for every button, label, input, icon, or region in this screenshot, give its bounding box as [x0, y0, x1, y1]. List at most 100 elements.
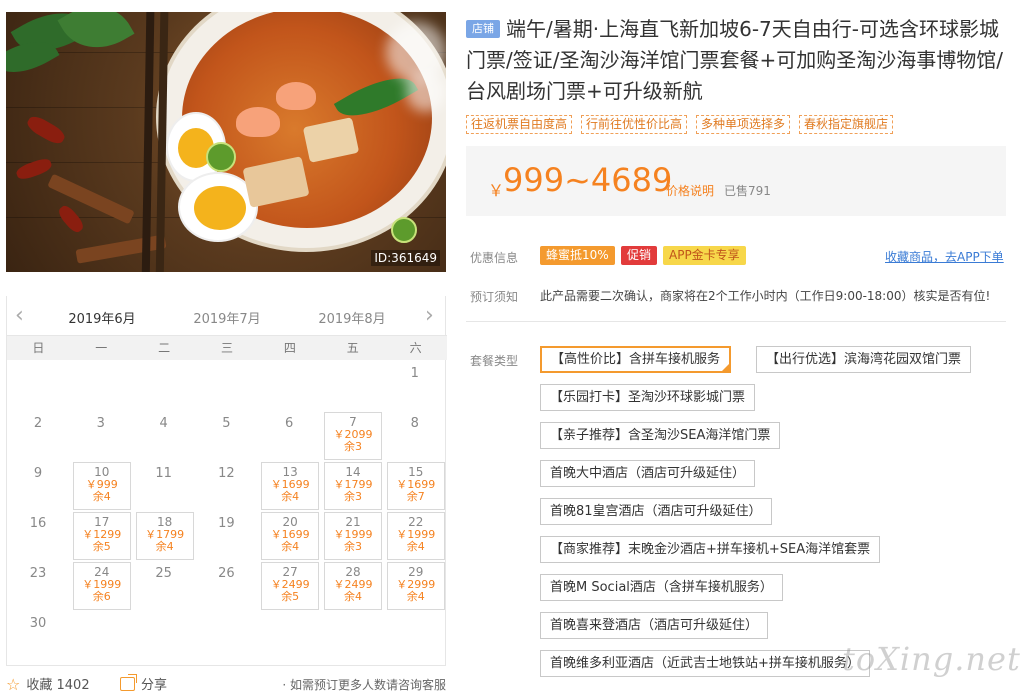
price-explanation-link[interactable]: 价格说明 [666, 182, 714, 199]
day-number: 29 [408, 565, 424, 579]
calendar-day-available[interactable]: 18 ￥1799 余4 [135, 512, 194, 560]
package-option[interactable]: 首晚81皇宫酒店（酒店可升级延住） [540, 498, 772, 525]
day-number: 13 [282, 465, 298, 479]
day-stock: 余4 [344, 590, 362, 603]
package-option[interactable]: 首晚维多利亚酒店（近武吉士地铁站+拼车接机服务） [540, 650, 870, 677]
calendar-day: 8 [384, 410, 446, 460]
day-number: 5 [222, 416, 231, 431]
day-number: 8 [410, 416, 419, 431]
day-stock: 余3 [344, 490, 362, 503]
day-stock: 余3 [344, 540, 362, 553]
chevron-left-icon[interactable]: ‹ [15, 305, 24, 327]
calendar-day-available[interactable]: 15 ￥1699 余7 [386, 462, 445, 510]
day-stock: 余4 [281, 490, 300, 503]
weekday-label: 四 [283, 341, 296, 355]
day-stock: 余5 [281, 590, 300, 603]
share-button[interactable]: 分享 [120, 674, 167, 693]
weekday-label: 二 [158, 341, 171, 355]
package-option[interactable]: 首晚喜来登酒店（酒店可升级延住） [540, 612, 769, 639]
divider [466, 321, 1006, 322]
calendar-day-available[interactable]: 17 ￥1299 余5 [72, 512, 131, 560]
month-tab-june[interactable]: 2019年6月 [57, 308, 147, 340]
calendar-day-available[interactable]: 28 ￥2499 余4 [324, 562, 382, 610]
day-stock: 余4 [155, 540, 174, 553]
day-number: 23 [29, 566, 47, 581]
package-type-label: 套餐类型 [470, 354, 519, 368]
day-number: 28 [345, 565, 361, 579]
promo-label: 优惠信息 [470, 251, 519, 265]
day-number: 30 [29, 616, 47, 631]
day-stock: 余4 [92, 490, 111, 503]
day-stock: 余7 [406, 490, 425, 503]
footer-actions: ☆ 收藏 1402 分享 · 如需预订更多人数请咨询客服 [6, 674, 446, 693]
package-option[interactable]: 【商家推荐】末晚金沙酒店+拼车接机+SEA海洋馆套票 [540, 536, 881, 563]
month-tab-july[interactable]: 2019年7月 [182, 308, 272, 327]
calendar-day: 3 [70, 410, 132, 460]
calendar-day-available[interactable]: 7 ￥2099 余3 [324, 412, 382, 460]
weekday-label: 日 [32, 341, 45, 355]
sold-count: 已售791 [724, 184, 771, 198]
day-number: 26 [218, 566, 235, 581]
package-option[interactable]: 首晚M Social酒店（含拼车接机服务） [540, 574, 783, 601]
price-box: ￥ 999~4689 价格说明 已售791 [466, 146, 1006, 216]
day-number: 6 [285, 416, 294, 431]
calendar-day: 4 [133, 410, 195, 460]
day-number: 2 [33, 416, 43, 431]
favorite-button[interactable]: ☆ 收藏 1402 [6, 674, 90, 693]
share-icon [120, 677, 135, 691]
day-number: 27 [282, 565, 298, 579]
day-number: 25 [155, 566, 172, 581]
calendar-day-available[interactable]: 29 ￥2999 余4 [386, 562, 445, 610]
calendar-day: 2 [7, 410, 69, 460]
store-badge[interactable]: 店铺 [466, 20, 500, 38]
promo-badge-app: APP金卡专享 [663, 246, 746, 265]
package-option-selected[interactable]: 【高性价比】含拼车接机服务 [540, 346, 732, 373]
weekday-label: 五 [346, 341, 359, 355]
calendar-day-available[interactable]: 22 ￥1999 余4 [386, 512, 445, 560]
calendar-day-available[interactable]: 14 ￥1799 余3 [324, 462, 382, 510]
booking-label: 预订须知 [470, 290, 519, 304]
image-id-tag: ID:361649 [371, 250, 440, 266]
customer-service-note: · 如需预订更多人数请咨询客服 [282, 678, 446, 692]
day-number: 15 [408, 465, 424, 479]
day-stock: 余4 [406, 590, 425, 603]
weekday-header: 日 一 二 三 四 五 六 [7, 336, 447, 360]
day-number: 12 [218, 466, 235, 481]
favorite-label: 收藏 [26, 678, 53, 693]
calendar-day: 16 [7, 510, 69, 560]
calendar-day: 1 [384, 360, 446, 410]
calendar-day-available[interactable]: 21 ￥1999 余3 [324, 512, 382, 560]
weekday-label: 三 [221, 341, 234, 355]
product-title: 店铺 端午/暑期·上海直飞新加坡6-7天自由行-可选含环球影城门票/签证/圣淘沙海… [466, 14, 1006, 107]
month-tab-august[interactable]: 2019年8月 [307, 308, 397, 327]
app-order-link[interactable]: 收藏商品，去APP下单 [885, 248, 1004, 265]
calendar-day: 30 [7, 610, 69, 660]
day-stock: 余3 [344, 440, 362, 453]
day-number: 3 [96, 416, 105, 431]
package-option[interactable]: 【亲子推荐】含圣淘沙SEA海洋馆门票 [540, 422, 781, 449]
calendar-day-available[interactable]: 13 ￥1699 余4 [261, 462, 320, 510]
favorite-count: 1402 [56, 678, 90, 693]
promo-badge-sale: 促销 [621, 246, 658, 265]
day-number: 7 [349, 415, 357, 429]
feature-tag: 行前往优性价比高 [581, 115, 688, 134]
chevron-right-icon[interactable]: › [425, 305, 434, 327]
feature-tag: 多种单项选择多 [696, 115, 791, 134]
product-image: ID:361649 [6, 12, 446, 272]
day-number: 20 [282, 515, 298, 529]
package-option[interactable]: 首晚大中酒店（酒店可升级延住） [540, 460, 756, 487]
package-option[interactable]: 【乐园打卡】圣淘沙环球影城门票 [540, 384, 756, 411]
calendar-day-available[interactable]: 27 ￥2499 余5 [261, 562, 320, 610]
calendar-day-available[interactable]: 24 ￥1999 余6 [72, 562, 131, 610]
feature-tag: 春秋指定旗舰店 [799, 115, 894, 134]
calendar-day-available[interactable]: 10 ￥999 余4 [72, 462, 131, 510]
calendar-day: 6 [258, 410, 320, 460]
weekday-label: 一 [95, 341, 108, 355]
day-stock: 余4 [406, 540, 425, 553]
day-number: 19 [218, 516, 235, 531]
package-option[interactable]: 【出行优选】滨海湾花园双馆门票 [756, 346, 972, 373]
day-stock: 余6 [92, 590, 111, 603]
day-number: 17 [94, 515, 110, 529]
day-number: 9 [33, 466, 43, 481]
calendar-day-available[interactable]: 20 ￥1699 余4 [261, 512, 320, 560]
